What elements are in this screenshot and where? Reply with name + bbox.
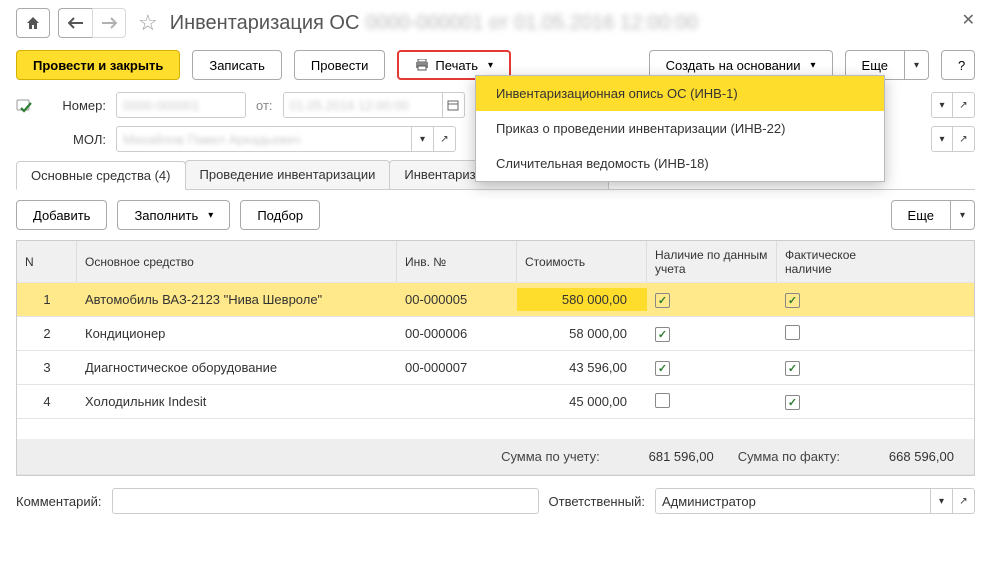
add-button[interactable]: Добавить — [16, 200, 107, 230]
print-menu-item-inv18[interactable]: Сличительная ведомость (ИНВ-18) — [476, 146, 884, 181]
date-field-group: 01.05.2016 12:00:00 — [283, 92, 465, 118]
post-button[interactable]: Провести — [294, 50, 386, 80]
assets-table: N Основное средство Инв. № Стоимость Нал… — [16, 240, 975, 476]
favorite-star-icon[interactable]: ☆ — [134, 10, 162, 36]
field2-dropdown-button[interactable]: ▾ — [931, 126, 953, 152]
print-menu: Инвентаризационная опись ОС (ИНВ-1) Прик… — [475, 75, 885, 182]
th-c1[interactable]: Наличие по данным учета — [647, 241, 777, 282]
home-icon — [25, 15, 41, 31]
checkbox-c2[interactable] — [785, 325, 800, 340]
table-footer: Сумма по учету: 681 596,00 Сумма по факт… — [17, 439, 974, 475]
table-row[interactable]: 2 Кондиционер 00-000006 58 000,00 ✓ — [17, 317, 974, 351]
table-header: N Основное средство Инв. № Стоимость Нал… — [17, 241, 974, 283]
table-more-button[interactable]: Еще — [891, 200, 951, 230]
number-field[interactable]: 0000-000001 — [116, 92, 246, 118]
th-name[interactable]: Основное средство — [77, 241, 397, 282]
field-dropdown-button[interactable]: ▾ — [931, 92, 953, 118]
print-menu-item-inv22[interactable]: Приказ о проведении инвентаризации (ИНВ-… — [476, 111, 884, 146]
table-more-dropdown[interactable]: ▾ — [951, 200, 975, 230]
save-button[interactable]: Записать — [192, 50, 282, 80]
table-row[interactable]: 1 Автомобиль ВАЗ-2123 "Нива Шевроле" 00-… — [17, 283, 974, 317]
mol-open[interactable]: ↗ — [434, 126, 456, 152]
document-status-icon — [16, 97, 32, 113]
home-button[interactable] — [16, 8, 50, 38]
more-dropdown[interactable]: ▾ — [905, 50, 929, 80]
checkbox-c1[interactable]: ✓ — [655, 361, 670, 376]
sum-book-label: Сумма по учету: — [501, 449, 600, 464]
th-inv[interactable]: Инв. № — [397, 241, 517, 282]
mol-label: МОЛ: — [42, 132, 106, 147]
number-label: Номер: — [42, 98, 106, 113]
mol-field[interactable]: Михайлов Павел Аркадьевич — [116, 126, 412, 152]
table-row[interactable]: 3 Диагностическое оборудование 00-000007… — [17, 351, 974, 385]
responsible-label: Ответственный: — [549, 494, 645, 509]
th-c2[interactable]: Фактическое наличие — [777, 241, 907, 282]
title-main: Инвентаризация ОС — [170, 12, 360, 35]
title-details: 0000-000001 от 01.05.2016 12:00:00 — [365, 12, 697, 35]
table-row[interactable]: 4 Холодильник Indesit 45 000,00 ✓ — [17, 385, 974, 419]
printer-icon — [415, 59, 429, 71]
th-cost[interactable]: Стоимость — [517, 241, 647, 282]
post-and-close-button[interactable]: Провести и закрыть — [16, 50, 180, 80]
checkbox-c1[interactable]: ✓ — [655, 293, 670, 308]
sum-book-value: 681 596,00 — [624, 449, 714, 464]
table-more-group: Еще ▾ — [891, 200, 975, 230]
tab-fixed-assets[interactable]: Основные средства (4) — [16, 161, 186, 190]
comment-field[interactable] — [112, 488, 539, 514]
arrow-right-icon — [101, 17, 117, 29]
calendar-icon — [447, 99, 459, 111]
tab-inventory-process[interactable]: Проведение инвентаризации — [185, 160, 391, 189]
checkbox-c1[interactable]: ✓ — [655, 327, 670, 342]
arrow-left-icon — [68, 17, 84, 29]
field-open-button[interactable]: ↗ — [953, 92, 975, 118]
page-title: Инвентаризация ОС 0000-000001 от 01.05.2… — [170, 12, 698, 35]
print-label: Печать — [435, 58, 478, 73]
responsible-dropdown[interactable]: ▾ — [931, 488, 953, 514]
fill-button[interactable]: Заполнить — [117, 200, 230, 230]
field2-open-button[interactable]: ↗ — [953, 126, 975, 152]
sum-fact-value: 668 596,00 — [864, 449, 954, 464]
sum-fact-label: Сумма по факту: — [738, 449, 840, 464]
help-button[interactable]: ? — [941, 50, 975, 80]
checkbox-c2[interactable]: ✓ — [785, 395, 800, 410]
date-label: от: — [256, 98, 273, 113]
checkbox-c2[interactable]: ✓ — [785, 293, 800, 308]
responsible-field[interactable]: Администратор — [655, 488, 931, 514]
back-button[interactable] — [58, 8, 92, 38]
checkbox-c1[interactable] — [655, 393, 670, 408]
responsible-open[interactable]: ↗ — [953, 488, 975, 514]
th-n[interactable]: N — [17, 241, 77, 282]
pick-button[interactable]: Подбор — [240, 200, 320, 230]
date-field[interactable]: 01.05.2016 12:00:00 — [283, 92, 443, 118]
checkbox-c2[interactable]: ✓ — [785, 361, 800, 376]
print-menu-item-inv1[interactable]: Инвентаризационная опись ОС (ИНВ-1) — [476, 76, 884, 111]
forward-button[interactable] — [92, 8, 126, 38]
close-button[interactable]: ✕ — [962, 10, 975, 30]
date-picker-button[interactable] — [443, 92, 465, 118]
comment-label: Комментарий: — [16, 494, 102, 509]
mol-dropdown[interactable]: ▾ — [412, 126, 434, 152]
